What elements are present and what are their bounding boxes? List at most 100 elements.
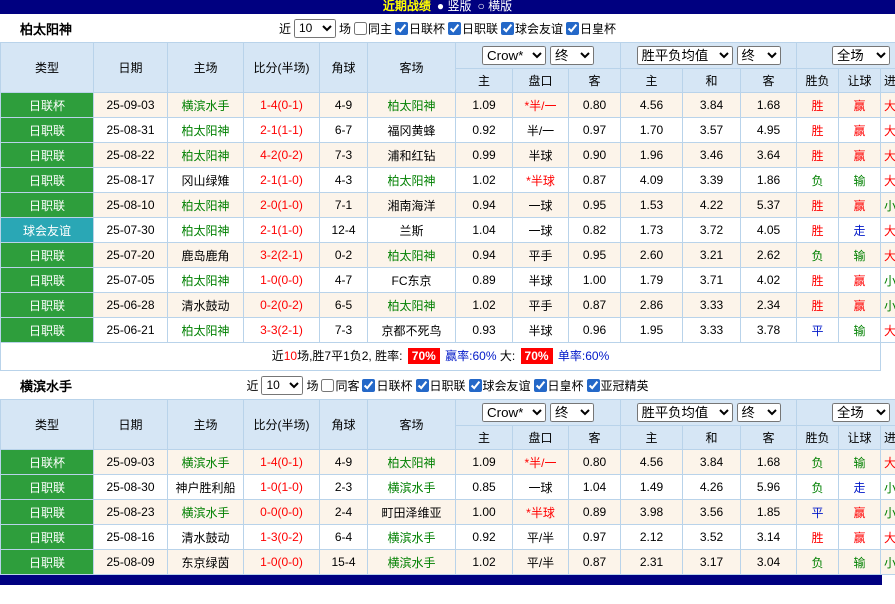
euro-draw-odds-cell: 3.72 (683, 218, 741, 243)
same-home-label: 同主 (368, 20, 392, 37)
goals-result-cell: 小 (881, 193, 895, 218)
league-input[interactable] (469, 379, 482, 392)
league-label: 日皇杯 (548, 377, 584, 394)
match-row: 日职联 25-06-21 柏太阳神 3-3(2-1) 7-3 京都不死鸟 0.9… (1, 318, 895, 343)
match-type-cell: 日职联 (1, 500, 94, 525)
asian-line-cell: 半/一 (513, 118, 569, 143)
league-filter-checkbox[interactable]: 日联杯 (395, 20, 445, 37)
league-filter-checkbox[interactable]: 日联杯 (362, 377, 412, 394)
corners-cell: 4-9 (320, 93, 368, 118)
corners-cell: 7-1 (320, 193, 368, 218)
away-team-cell: 京都不死鸟 (368, 318, 456, 343)
league-filter-checkbox[interactable]: 日职联 (416, 377, 466, 394)
asian-home-odds-cell: 1.09 (456, 93, 513, 118)
home-team-cell: 东京绿茵 (168, 550, 244, 575)
match-row: 球会友谊 25-07-30 柏太阳神 2-1(1-0) 12-4 兰斯 1.04… (1, 218, 895, 243)
league-input[interactable] (587, 379, 600, 392)
corners-cell: 6-7 (320, 118, 368, 143)
league-filter-checkbox[interactable]: 日职联 (448, 20, 498, 37)
match-date-cell: 25-08-30 (94, 475, 168, 500)
col-asian-line: 盘口 (513, 426, 569, 450)
handicap-result-cell: 走 (839, 218, 881, 243)
score-cell: 0-0(0-0) (244, 500, 320, 525)
euro-home-odds-cell: 1.70 (621, 118, 683, 143)
euro-home-odds-cell: 1.79 (621, 268, 683, 293)
league-filter-checkbox[interactable]: 球会友谊 (501, 20, 563, 37)
euro-final-select[interactable]: 终 (737, 403, 781, 422)
near-label: 近 (246, 377, 258, 394)
league-filter-checkbox[interactable]: 日皇杯 (534, 377, 584, 394)
league-input[interactable] (534, 379, 547, 392)
away-team-cell: FC东京 (368, 268, 456, 293)
asian-line-cell: 平手 (513, 243, 569, 268)
layout-horizontal-radio[interactable]: ○ 横版 (478, 0, 513, 13)
league-input[interactable] (416, 379, 429, 392)
match-date-cell: 25-07-20 (94, 243, 168, 268)
asian-line-cell: *半/一 (513, 450, 569, 475)
league-filter-checkbox[interactable]: 球会友谊 (469, 377, 531, 394)
layout-vertical-radio[interactable]: ● 竖版 (437, 0, 472, 13)
away-team-cell: 浦和红钻 (368, 143, 456, 168)
euro-avg-select[interactable]: 胜平负均值 (637, 46, 733, 65)
away-team-cell: 柏太阳神 (368, 168, 456, 193)
corners-cell: 4-7 (320, 268, 368, 293)
recent-count-select[interactable]: 10 (261, 376, 303, 395)
team-name: 柏太阳神 (20, 19, 72, 38)
league-input[interactable] (448, 22, 461, 35)
full-match-select[interactable]: 全场 (832, 46, 890, 65)
match-date-cell: 25-09-03 (94, 93, 168, 118)
result-cell: 胜 (797, 525, 839, 550)
col-asian-home: 主 (456, 69, 513, 93)
same-away-input[interactable] (321, 379, 334, 392)
bookmaker-select[interactable]: Crow* (482, 403, 546, 422)
asian-home-odds-cell: 0.89 (456, 268, 513, 293)
same-away-checkbox[interactable]: 同客 (321, 377, 359, 394)
league-filter-checkbox[interactable]: 亚冠精英 (587, 377, 649, 394)
euro-home-odds-cell: 2.31 (621, 550, 683, 575)
result-cell: 胜 (797, 93, 839, 118)
section-header: 横滨水手 近 10 场 同客 日联杯 日职联 球会友谊 日皇杯 亚冠精英 (0, 371, 895, 399)
asian-final-select[interactable]: 终 (550, 403, 594, 422)
asian-home-odds-cell: 1.02 (456, 550, 513, 575)
match-type-cell: 日联杯 (1, 450, 94, 475)
league-filter-checkbox[interactable]: 日皇杯 (566, 20, 616, 37)
goals-result-cell: 大 (881, 318, 895, 343)
summary-prefix: 近 (272, 349, 284, 363)
asian-line-cell: *半球 (513, 500, 569, 525)
euro-home-odds-cell: 4.56 (621, 93, 683, 118)
league-label: 球会友谊 (515, 20, 563, 37)
euro-avg-select[interactable]: 胜平负均值 (637, 403, 733, 422)
next-section-bar (0, 575, 882, 585)
league-input[interactable] (501, 22, 514, 35)
home-team-cell: 柏太阳神 (168, 143, 244, 168)
asian-odds-header: Crow*终 (456, 400, 621, 426)
stats-summary: 近10场,胜7平1负2, 胜率: 70% 赢率:60% 大: 70% 单率:60… (0, 343, 881, 371)
away-team-cell: 横滨水手 (368, 525, 456, 550)
full-match-select[interactable]: 全场 (832, 403, 890, 422)
goals-result-cell: 小 (881, 550, 895, 575)
asian-final-select[interactable]: 终 (550, 46, 594, 65)
result-cell: 负 (797, 450, 839, 475)
euro-away-odds-cell: 1.68 (741, 450, 797, 475)
score-cell: 1-4(0-1) (244, 93, 320, 118)
recent-count-select[interactable]: 10 (294, 19, 336, 38)
same-home-checkbox[interactable]: 同主 (354, 20, 392, 37)
col-away: 客场 (368, 400, 456, 450)
euro-away-odds-cell: 5.37 (741, 193, 797, 218)
league-input[interactable] (395, 22, 408, 35)
league-input[interactable] (566, 22, 579, 35)
same-home-input[interactable] (354, 22, 367, 35)
col-home: 主场 (168, 43, 244, 93)
away-team-cell: 兰斯 (368, 218, 456, 243)
asian-away-odds-cell: 0.87 (569, 293, 621, 318)
euro-final-select[interactable]: 终 (737, 46, 781, 65)
match-type-cell: 日职联 (1, 143, 94, 168)
league-input[interactable] (362, 379, 375, 392)
match-row: 日职联 25-08-22 柏太阳神 4-2(0-2) 7-3 浦和红钻 0.99… (1, 143, 895, 168)
bookmaker-select[interactable]: Crow* (482, 46, 546, 65)
col-date: 日期 (94, 400, 168, 450)
match-history-table: 类型 日期 主场 比分(半场) 角球 客场 Crow*终 胜平负均值终 全场 主… (0, 42, 895, 343)
euro-away-odds-cell: 3.04 (741, 550, 797, 575)
radio-unselected-icon: ○ (478, 0, 485, 13)
handicap-result-cell: 输 (839, 243, 881, 268)
